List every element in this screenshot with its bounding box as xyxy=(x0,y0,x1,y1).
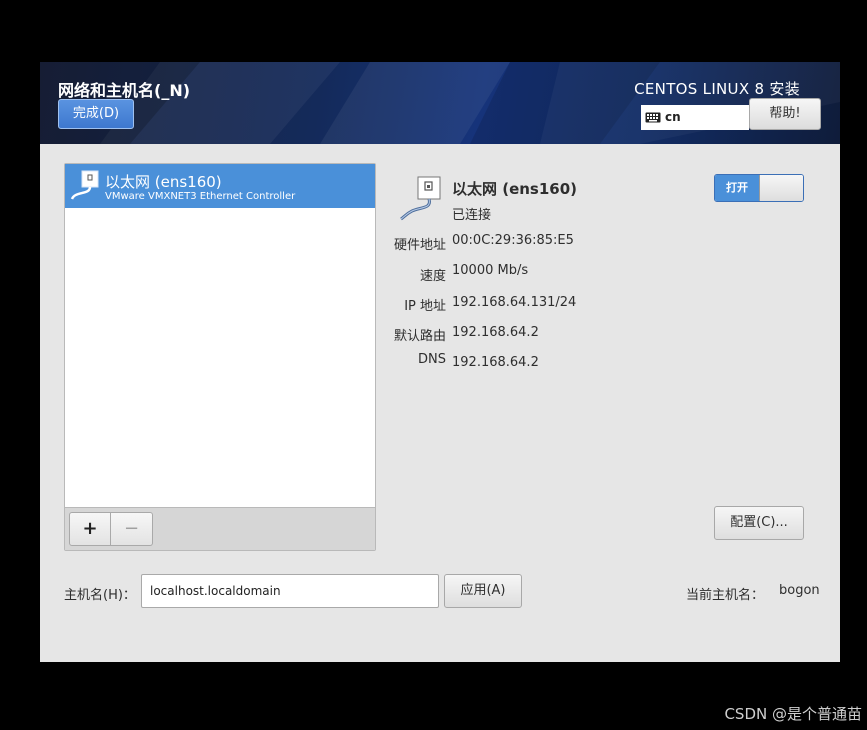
default-route-label: 默认路由 xyxy=(393,329,446,344)
hostname-label: 主机名(H)： xyxy=(64,588,136,603)
hardware-address-label: 硬件地址 xyxy=(393,238,446,253)
interface-description: VMware VMXNET3 Ethernet Controller xyxy=(105,191,296,202)
interface-list: 以太网 (ens160) VMware VMXNET3 Ethernet Con… xyxy=(64,163,376,551)
help-button[interactable]: 帮助! xyxy=(749,98,821,130)
keyboard-layout-value: cn xyxy=(665,110,681,124)
speed-value: 10000 Mb/s xyxy=(452,263,529,278)
dns-value: 192.168.64.2 xyxy=(452,355,539,370)
speed-label: 速度 xyxy=(419,269,446,284)
keyboard-icon xyxy=(645,112,661,123)
page-title: 网络和主机名(_N) xyxy=(58,81,191,100)
installer-title: CENTOS LINUX 8 安装 xyxy=(634,80,800,98)
ethernet-icon xyxy=(400,176,441,221)
done-button[interactable]: 完成(D) xyxy=(58,99,134,129)
current-hostname-label: 当前主机名： xyxy=(686,588,765,603)
dns-label: DNS xyxy=(418,352,446,367)
toggle-knob xyxy=(759,175,803,201)
apply-button[interactable]: 应用(A) xyxy=(444,574,522,608)
connection-status: 已连接 xyxy=(452,208,492,223)
toggle-on-label: 打开 xyxy=(715,175,759,201)
current-hostname-value: bogon xyxy=(779,583,820,598)
add-interface-button[interactable]: + xyxy=(69,512,111,546)
ethernet-icon xyxy=(70,170,99,200)
remove-interface-button[interactable]: − xyxy=(111,512,153,546)
keyboard-layout-indicator[interactable]: cn xyxy=(641,105,749,130)
hardware-address-value: 00:0C:29:36:85:E5 xyxy=(452,233,574,248)
hostname-input[interactable] xyxy=(141,574,439,608)
ip-address-value: 192.168.64.131/24 xyxy=(452,295,577,310)
configure-button[interactable]: 配置(C)... xyxy=(714,506,804,540)
watermark: CSDN @是个普通苗 xyxy=(724,705,862,723)
interface-name: 以太网 (ens160) xyxy=(105,173,222,191)
detail-interface-name: 以太网 (ens160) xyxy=(452,180,578,198)
list-toolbar: + − xyxy=(65,507,375,550)
interface-toggle[interactable]: 打开 xyxy=(714,174,804,202)
list-item-ens160[interactable]: 以太网 (ens160) VMware VMXNET3 Ethernet Con… xyxy=(65,164,375,208)
header-bar: 网络和主机名(_N) 完成(D) CENTOS LINUX 8 安装 cn 帮助… xyxy=(40,62,840,144)
header-background xyxy=(40,62,840,144)
default-route-value: 192.168.64.2 xyxy=(452,325,539,340)
network-hostname-window: 网络和主机名(_N) 完成(D) CENTOS LINUX 8 安装 cn 帮助… xyxy=(40,62,840,662)
ip-address-label: IP 地址 xyxy=(404,299,446,314)
